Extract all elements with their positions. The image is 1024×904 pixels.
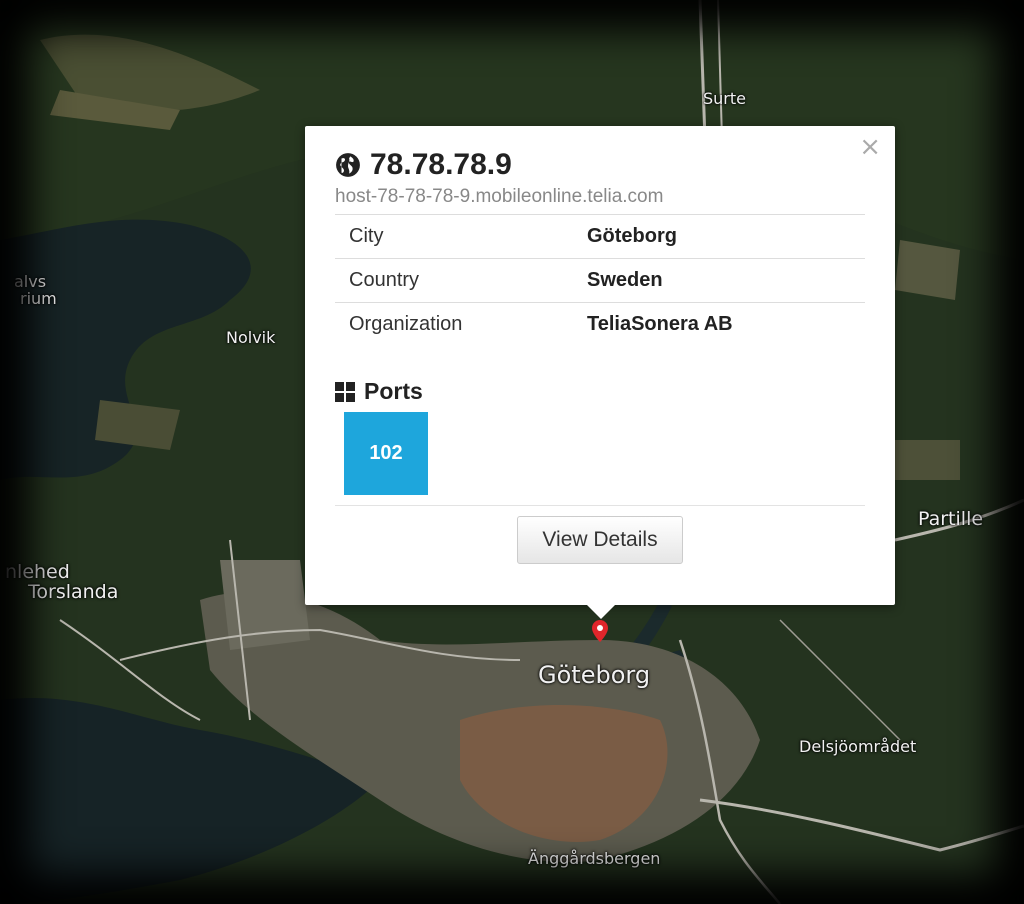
place-label-rium: rium: [20, 289, 57, 308]
ports-title: Ports: [364, 378, 423, 404]
port-tile-102[interactable]: 102: [344, 412, 428, 495]
place-label-goteborg: Göteborg: [538, 661, 651, 689]
row-value-organization: TeliaSonera AB: [587, 302, 865, 346]
host-info-table: City Göteborg Country Sweden Organizatio…: [335, 214, 865, 346]
row-value-city: Göteborg: [587, 214, 865, 259]
ip-address: 78.78.78.9: [370, 148, 512, 181]
popup-pointer: [587, 605, 615, 619]
place-label-nolvik: Nolvik: [226, 328, 276, 347]
row-value-country: Sweden: [587, 258, 865, 303]
host-info-popup: × 78.78.78.9 host-78-78-78-9.mobileonlin…: [305, 126, 895, 619]
globe-icon: [336, 153, 360, 177]
divider: [335, 505, 865, 506]
table-row: City Göteborg: [335, 214, 865, 259]
place-label-lehed: nlehed: [5, 561, 70, 583]
place-label-partille: Partille: [918, 508, 984, 530]
table-row: Country Sweden: [335, 258, 865, 303]
place-label-delsjoomradet: Delsjöområdet: [799, 737, 917, 756]
hostname: host-78-78-78-9.mobileonline.telia.com: [335, 186, 664, 207]
place-label-anggardsbergen: Änggårdsbergen: [528, 849, 661, 868]
place-label-surte: Surte: [703, 89, 746, 108]
table-row: Organization TeliaSonera AB: [335, 302, 865, 346]
ports-header: Ports: [335, 378, 423, 405]
close-icon[interactable]: ×: [859, 134, 881, 160]
view-details-button[interactable]: View Details: [517, 516, 683, 564]
row-label-organization: Organization: [335, 302, 587, 346]
row-label-city: City: [335, 214, 587, 259]
grid-icon: [335, 381, 355, 402]
row-label-country: Country: [335, 258, 587, 303]
map-view[interactable]: Surte alvs rium Nolvik Partille nlehed T…: [0, 0, 1024, 904]
ip-header: 78.78.78.9: [335, 148, 512, 182]
location-marker-icon[interactable]: [592, 620, 608, 642]
place-label-torslanda: Torslanda: [28, 581, 119, 603]
